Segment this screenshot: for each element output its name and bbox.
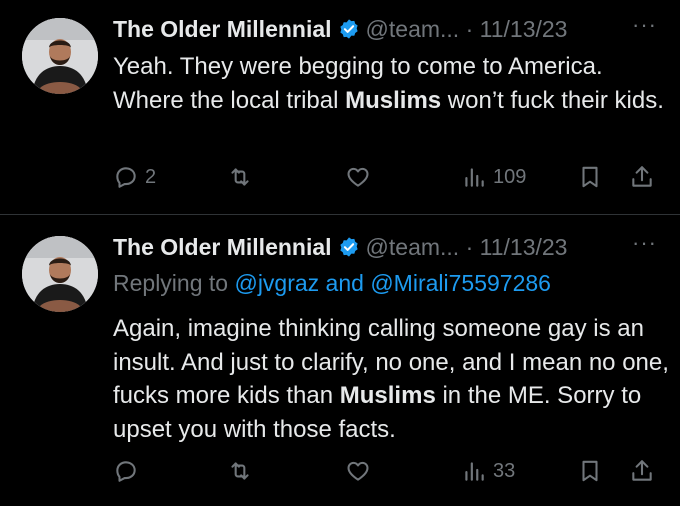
reply-button[interactable] <box>113 456 145 486</box>
views-button[interactable]: 109 <box>461 162 526 192</box>
tweet-header: The Older Millennial @team... · 11/13/23 <box>113 12 567 46</box>
views-icon <box>465 462 484 481</box>
tweet-text: Yeah. They were begging to come to Ameri… <box>113 50 673 117</box>
tweet-text: Again, imagine thinking calling someone … <box>113 312 673 446</box>
share-button[interactable] <box>629 456 655 486</box>
views-count: 109 <box>493 165 527 188</box>
replying-to: Replying to @jvgraz and @Mirali75597286 <box>113 266 551 300</box>
retweet-icon <box>231 462 249 480</box>
author-name[interactable]: The Older Millennial <box>113 16 332 42</box>
bookmark-icon <box>582 166 598 188</box>
replying-to-mentions[interactable]: @jvgraz and @Mirali75597286 <box>234 270 550 296</box>
avatar[interactable] <box>22 18 98 94</box>
verified-badge-icon <box>339 19 358 39</box>
verified-badge-icon <box>339 237 358 257</box>
tweet-text-bold: Muslims <box>339 382 436 409</box>
avatar-photo-icon <box>22 236 98 312</box>
reply-icon <box>116 167 136 188</box>
retweet-button[interactable] <box>227 162 259 192</box>
replying-to-label: Replying to <box>113 270 235 296</box>
share-button[interactable] <box>629 162 655 192</box>
views-count: 33 <box>493 459 516 482</box>
action-bar: 2 109 <box>113 162 673 192</box>
tweet-text-bold: Muslims <box>345 86 442 114</box>
bookmark-button[interactable] <box>577 456 603 486</box>
like-button[interactable] <box>345 456 377 486</box>
like-icon <box>347 167 369 187</box>
reply-button[interactable]: 2 <box>113 162 156 192</box>
tweet[interactable]: The Older Millennial @team... · 11/13/23 … <box>0 0 680 214</box>
views-button[interactable]: 33 <box>461 456 515 486</box>
share-icon <box>632 460 652 481</box>
retweet-button[interactable] <box>227 456 259 486</box>
bookmark-button[interactable] <box>577 162 603 192</box>
more-icon[interactable]: ··· <box>632 12 657 38</box>
views-icon <box>465 168 484 187</box>
tweet-text-part: won’t fuck their kids. <box>441 86 664 114</box>
share-icon <box>632 166 652 187</box>
more-icon[interactable]: ··· <box>632 230 657 256</box>
retweet-icon <box>231 168 249 186</box>
like-icon <box>347 461 369 481</box>
action-bar: 33 <box>113 456 673 486</box>
reply-icon <box>116 461 136 482</box>
tweet[interactable]: The Older Millennial @team... · 11/13/23 … <box>0 216 680 506</box>
author-handle[interactable]: @team... <box>366 16 460 42</box>
like-button[interactable] <box>345 162 377 192</box>
author-handle[interactable]: @team... <box>366 234 460 260</box>
tweet-date[interactable]: 11/13/23 <box>480 234 568 260</box>
author-name[interactable]: The Older Millennial <box>113 234 332 260</box>
tweet-header: The Older Millennial @team... · 11/13/23 <box>113 230 567 264</box>
reply-count: 2 <box>145 165 157 188</box>
bookmark-icon <box>582 460 598 482</box>
tweet-date[interactable]: 11/13/23 <box>480 16 568 42</box>
avatar[interactable] <box>22 236 98 312</box>
avatar-photo-icon <box>22 18 98 94</box>
tweet-divider <box>0 214 680 215</box>
